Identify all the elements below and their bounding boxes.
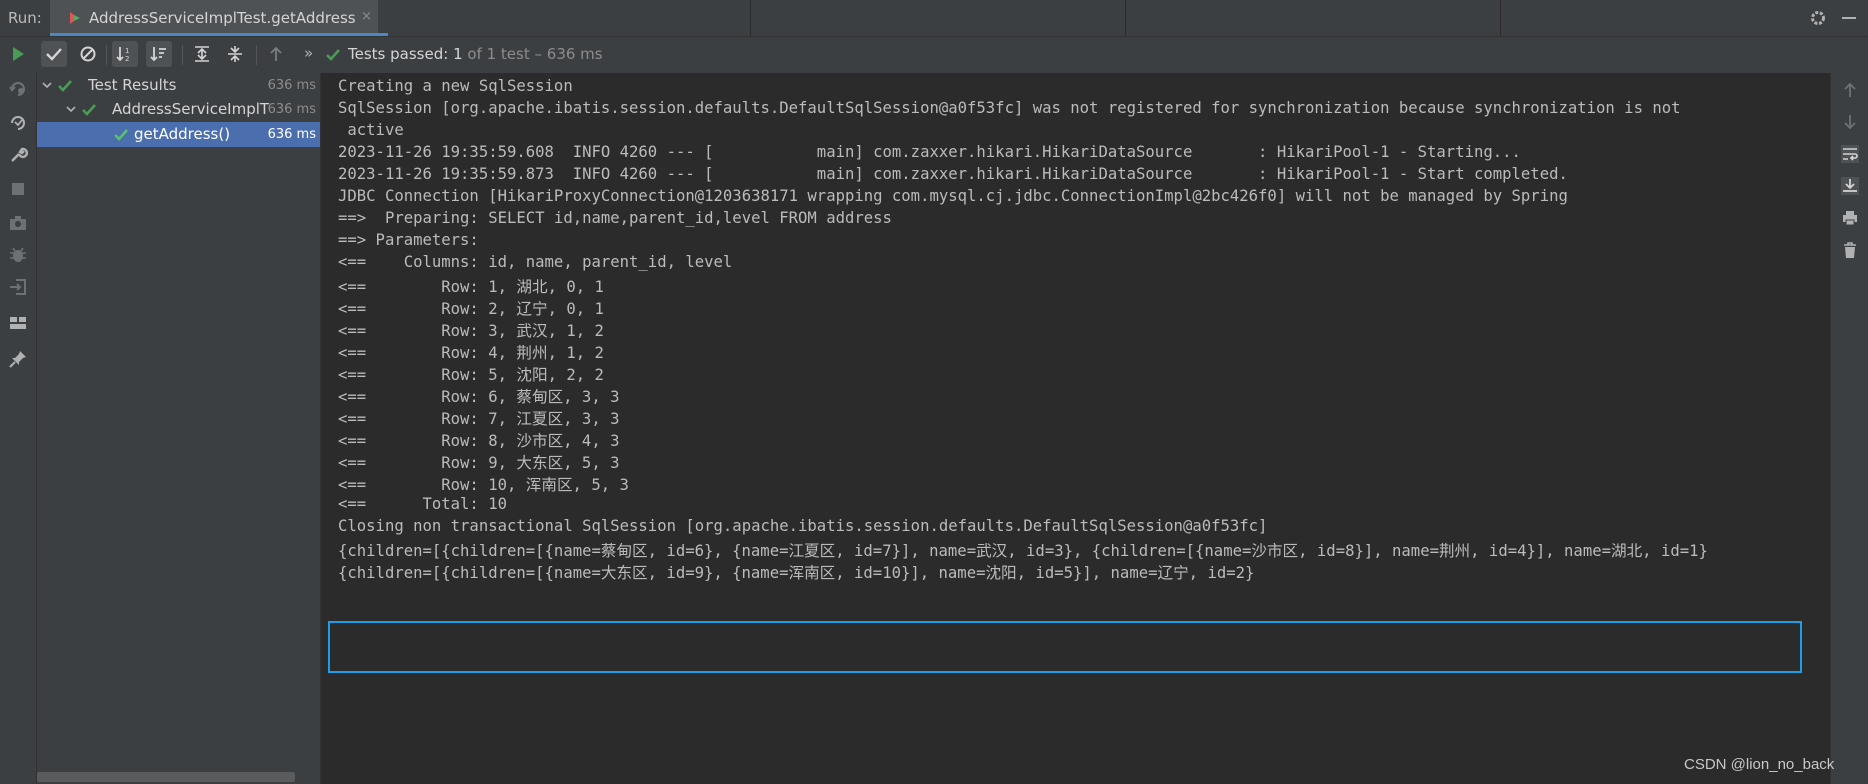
tab-bar-divider	[1125, 0, 1126, 36]
camera-icon[interactable]	[8, 213, 28, 233]
show-passed-toggle[interactable]	[41, 41, 67, 67]
login-icon[interactable]	[8, 277, 28, 297]
test-results-tree: Test Results 636 ms AddressServiceImplT …	[37, 73, 320, 784]
debug-bug-icon[interactable]	[8, 245, 28, 265]
svg-text:1: 1	[125, 47, 129, 55]
console-line: <== Row: 9, 大东区, 5, 3	[338, 454, 620, 472]
print-icon[interactable]	[1841, 209, 1859, 227]
console-line: <== Row: 5, 沈阳, 2, 2	[338, 366, 604, 384]
toolbar-divider	[106, 45, 107, 65]
tree-item-label: AddressServiceImplT	[112, 100, 270, 118]
tab-title: AddressServiceImplTest.getAddress	[89, 9, 356, 27]
chevron-down-icon[interactable]	[65, 103, 77, 115]
horizontal-scrollbar[interactable]	[37, 772, 295, 782]
rerun-button[interactable]	[5, 41, 31, 67]
layout-icon[interactable]	[8, 313, 28, 333]
scroll-to-end-icon[interactable]	[1841, 177, 1859, 195]
wrench-icon[interactable]	[8, 145, 28, 165]
tree-item-label: getAddress()	[134, 125, 231, 143]
tab-bar-divider	[1500, 0, 1501, 36]
sort-duration-icon	[150, 47, 166, 62]
previous-failed-button[interactable]	[263, 41, 289, 67]
toolbar-divider	[256, 45, 257, 65]
tree-item-test-class[interactable]: AddressServiceImplT 636 ms	[37, 97, 320, 122]
console-line: <== Row: 4, 荆州, 1, 2	[338, 344, 604, 362]
console-output[interactable]: Creating a new SqlSession SqlSession [or…	[321, 73, 1830, 784]
sort-by-duration-toggle[interactable]	[146, 41, 172, 67]
highlight-box	[328, 621, 1802, 673]
console-line: {children=[{children=[{name=蔡甸区, id=6}, …	[338, 542, 1708, 560]
console-line: <== Total: 10	[338, 495, 507, 513]
console-line: Closing non transactional SqlSession [or…	[338, 517, 1268, 535]
trash-icon[interactable]	[1841, 241, 1859, 259]
rerun-failed-icon[interactable]	[8, 79, 28, 99]
collapse-all-icon	[228, 46, 242, 62]
watermark: CSDN @lion_no_back	[1684, 756, 1835, 773]
console-line: <== Row: 8, 沙市区, 4, 3	[338, 432, 620, 450]
arrow-up-icon[interactable]	[1841, 81, 1859, 99]
check-icon	[46, 48, 62, 61]
status-count: 1	[453, 45, 463, 63]
test-run-icon	[70, 12, 80, 24]
console-line: <== Columns: id, name, parent_id, level	[338, 253, 733, 271]
console-line: <== Row: 3, 武汉, 1, 2	[338, 322, 604, 340]
chevron-down-icon[interactable]	[41, 79, 53, 91]
expand-all-button[interactable]	[189, 41, 215, 67]
play-icon	[13, 47, 24, 61]
console-line: ==> Parameters:	[338, 231, 489, 249]
check-icon	[58, 80, 72, 92]
console-line: <== Row: 7, 江夏区, 3, 3	[338, 410, 620, 428]
test-toolbar: 12 » Tests passed: 1 of 1 test – 636 ms	[0, 37, 1868, 73]
collapse-all-button[interactable]	[222, 41, 248, 67]
check-icon	[82, 104, 96, 116]
tab-bar-divider	[750, 0, 751, 36]
ignored-icon	[80, 46, 96, 62]
console-line: <== Row: 1, 湖北, 0, 1	[338, 278, 604, 296]
gear-icon[interactable]	[1808, 8, 1828, 28]
console-line: active	[338, 121, 404, 139]
console-actions-gutter	[1830, 73, 1868, 784]
console-line: ==> Preparing: SELECT id,name,parent_id,…	[338, 209, 892, 227]
minimize-icon[interactable]	[1842, 17, 1856, 19]
status-prefix: Tests passed:	[348, 45, 449, 63]
tree-item-get-address[interactable]: getAddress() 636 ms	[37, 122, 320, 147]
toggle-auto-test-icon[interactable]	[8, 113, 28, 133]
console-line: {children=[{children=[{name=大东区, id=9}, …	[338, 564, 1255, 582]
test-status: Tests passed: 1 of 1 test – 636 ms	[348, 45, 603, 63]
left-tool-gutter	[0, 73, 37, 784]
console-line: <== Row: 6, 蔡甸区, 3, 3	[338, 388, 620, 406]
console-line: 2023-11-26 19:35:59.873 INFO 4260 --- [ …	[338, 165, 1568, 183]
toolbar-divider	[182, 45, 183, 65]
console-line: SqlSession [org.apache.ibatis.session.de…	[338, 99, 1681, 117]
sort-alpha-icon: 12	[116, 47, 129, 63]
console-line: <== Row: 2, 辽宁, 0, 1	[338, 300, 604, 318]
svg-text:2: 2	[125, 55, 129, 63]
active-tab-indicator	[50, 33, 388, 36]
sort-alphabetically-toggle[interactable]: 12	[112, 41, 138, 67]
check-icon	[326, 49, 340, 61]
arrow-up-icon	[270, 46, 282, 61]
console-line: JDBC Connection [HikariProxyConnection@1…	[338, 187, 1568, 205]
more-actions-button[interactable]: »	[304, 44, 313, 62]
status-detail: of 1 test – 636 ms	[467, 45, 603, 63]
check-icon	[114, 129, 128, 141]
tree-item-duration: 636 ms	[267, 127, 316, 142]
tree-item-label: Test Results	[88, 76, 177, 94]
tree-item-duration: 636 ms	[267, 102, 316, 117]
arrow-down-icon[interactable]	[1841, 113, 1859, 131]
expand-all-icon	[195, 46, 209, 62]
soft-wrap-icon[interactable]	[1841, 145, 1859, 163]
console-line: 2023-11-26 19:35:59.608 INFO 4260 --- [ …	[338, 143, 1521, 161]
tree-item-duration: 636 ms	[267, 78, 316, 93]
close-icon[interactable]: ×	[361, 9, 372, 24]
run-label: Run:	[8, 9, 42, 27]
tree-item-test-results[interactable]: Test Results 636 ms	[37, 73, 320, 98]
run-tab-bar: Run: AddressServiceImplTest.getAddress ×	[0, 0, 1868, 37]
console-line: Creating a new SqlSession	[338, 77, 573, 95]
stop-icon[interactable]	[8, 179, 28, 199]
console-line: <== Row: 10, 浑南区, 5, 3	[338, 476, 629, 494]
show-ignored-toggle[interactable]	[75, 41, 101, 67]
pin-icon[interactable]	[8, 349, 28, 369]
